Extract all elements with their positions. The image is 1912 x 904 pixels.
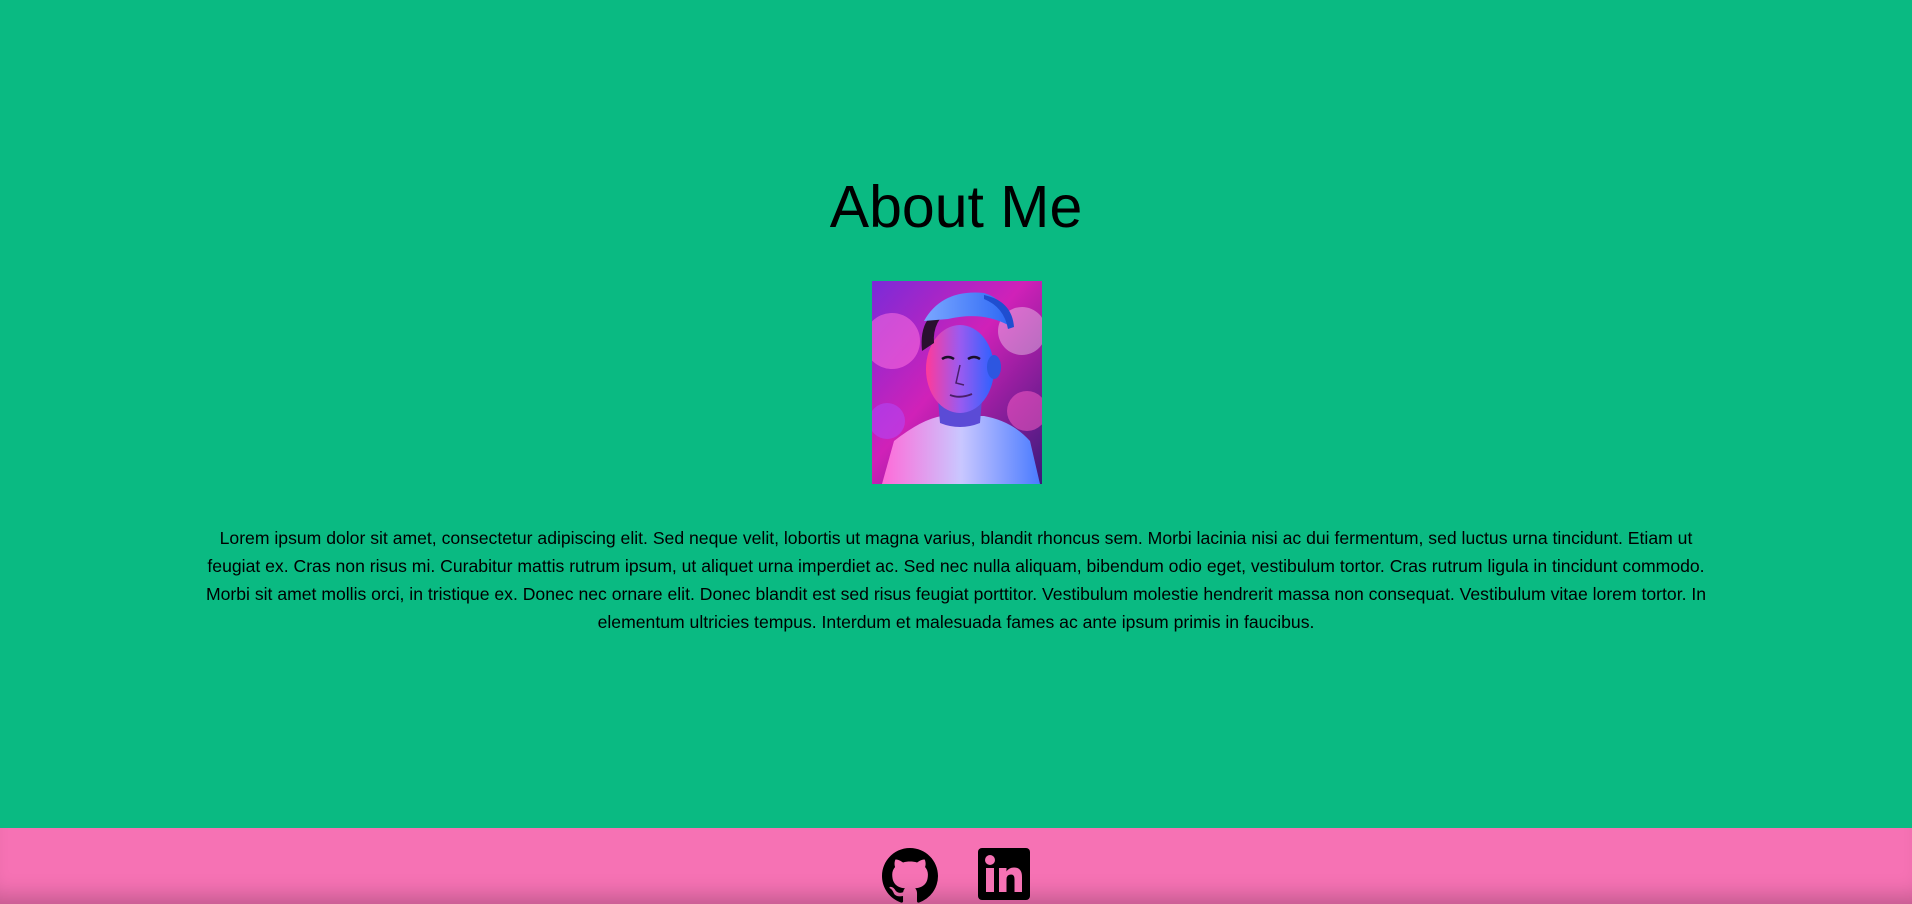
profile-photo bbox=[872, 281, 1042, 484]
page-title: About Me bbox=[829, 174, 1083, 240]
main-section: About Me Lorem ipsum dolor sit amet, con… bbox=[0, 0, 1912, 828]
footer bbox=[0, 828, 1912, 904]
linkedin-icon[interactable] bbox=[978, 848, 1030, 900]
bio-text: Lorem ipsum dolor sit amet, consectetur … bbox=[205, 528, 1707, 632]
github-icon[interactable] bbox=[882, 848, 938, 904]
